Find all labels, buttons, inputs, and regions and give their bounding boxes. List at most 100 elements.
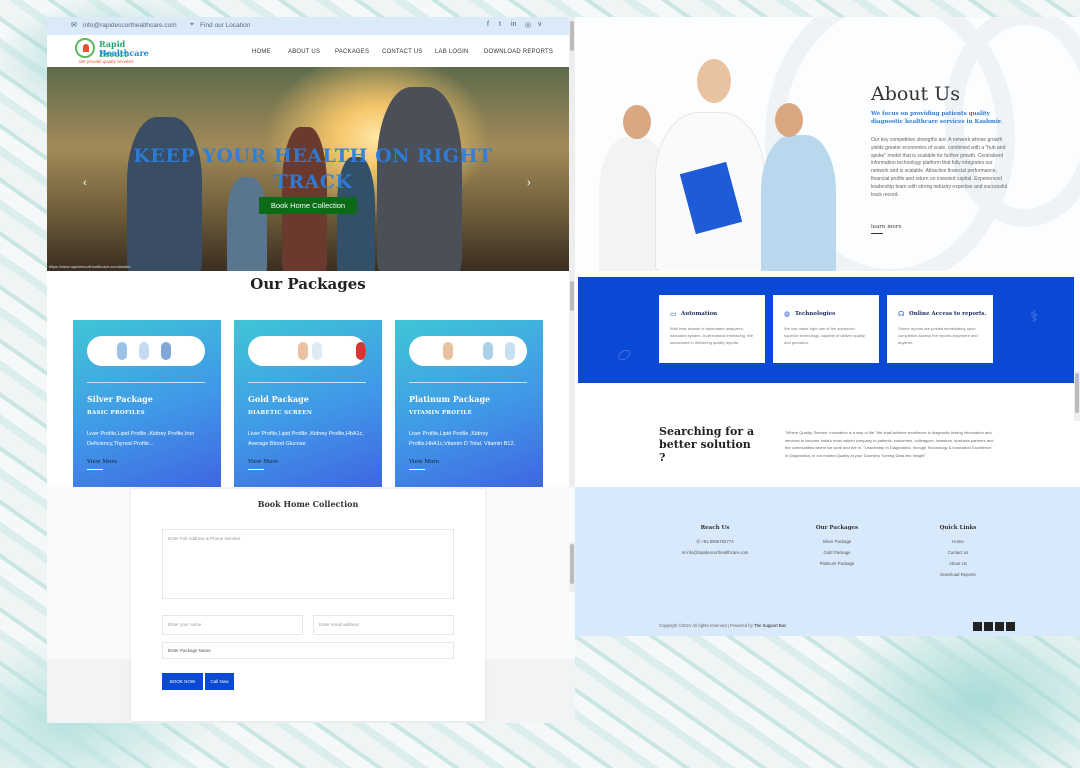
footer-heading: Reach Us bbox=[700, 525, 730, 531]
nav-home[interactable]: HOME bbox=[252, 49, 271, 55]
footer-panel: Reach Us ✆ +91 9906792774 ✉ info@rapides… bbox=[575, 487, 1080, 636]
doctor-head bbox=[623, 105, 651, 139]
package-card-platinum[interactable]: Platinum Package VITAMIN PROFILE Liver P… bbox=[395, 320, 543, 487]
hero-headline: KEEP YOUR HEALTH ON RIGHT TRACK bbox=[133, 145, 493, 193]
topbar-location[interactable]: Find our Location bbox=[200, 22, 250, 29]
facebook-icon[interactable]: f bbox=[487, 21, 489, 28]
nav-lab-login[interactable]: LAB LOGIN bbox=[435, 49, 468, 55]
copyright-text: Copyright ©2021 All rights reserved | Po… bbox=[659, 623, 753, 628]
view-more-link[interactable]: View More bbox=[87, 459, 117, 470]
packages-title: Our Packages bbox=[250, 275, 366, 293]
package-card-silver[interactable]: Silver Package BASIC PROFILES Liver Prof… bbox=[73, 320, 221, 487]
booking-title: Book Home Collection bbox=[257, 499, 359, 509]
vimeo-icon[interactable]: v bbox=[538, 21, 542, 28]
footer-link[interactable]: Platinum Package bbox=[787, 558, 887, 569]
footer-quick-links: Quick Links Home Contact us About Us Dow… bbox=[908, 525, 1008, 580]
headset-icon: ☊ bbox=[898, 311, 905, 318]
status-url: https://www.rapidescorthealthcare.com/#s… bbox=[49, 264, 131, 269]
doctor-head bbox=[697, 59, 731, 103]
package-image bbox=[409, 336, 527, 366]
location-icon: ⌖ bbox=[190, 21, 194, 28]
book-now-button[interactable]: BOOK NOW bbox=[162, 673, 203, 690]
footer-heading: Quick Links bbox=[939, 525, 977, 531]
scrollbar[interactable] bbox=[1074, 371, 1080, 421]
logo-line2: Healthcare bbox=[99, 48, 149, 58]
footer-phone[interactable]: +91 9906792774 bbox=[701, 539, 733, 544]
topbar-email[interactable]: info@rapidescorthealthcare.com bbox=[83, 22, 177, 29]
footer-link[interactable]: Silver Package bbox=[787, 536, 887, 547]
package-image bbox=[248, 336, 366, 366]
feature-technologies: ◍ Technologies We has made right use of … bbox=[773, 295, 879, 363]
call-now-button[interactable]: Call Now bbox=[205, 673, 234, 690]
package-name: Gold Package bbox=[248, 394, 309, 404]
nav-download-reports[interactable]: DOWNLOAD REPORTS bbox=[484, 49, 553, 55]
package-profile: VITAMIN PROFILE bbox=[409, 410, 473, 416]
feature-desc: We has made right use of the advanced su… bbox=[784, 326, 865, 345]
package-name: Silver Package bbox=[87, 394, 153, 404]
about-lead: We focus on providing patients quality d… bbox=[871, 111, 1003, 125]
package-input[interactable]: Enter Package Name bbox=[162, 642, 454, 659]
footer-link[interactable]: Home bbox=[908, 536, 1008, 547]
package-desc: Liver Profile,Lipid Profile ,Kidney Prof… bbox=[248, 431, 364, 447]
feature-title: Online Access to reports. bbox=[909, 311, 987, 317]
hero-panel: ✉ info@rapidescorthealthcare.com ⌖ Find … bbox=[47, 17, 575, 271]
doctor-image bbox=[761, 135, 836, 271]
package-desc: Liver Profile,Lipid Profile ,Kidney Prof… bbox=[409, 431, 516, 447]
footer-link[interactable]: Contact us bbox=[908, 547, 1008, 558]
logo-tagline: We provide quality services bbox=[79, 59, 134, 64]
about-body: Our key competitive strengths are: A net… bbox=[871, 137, 1008, 198]
view-more-link[interactable]: View More bbox=[409, 459, 439, 470]
package-card-gold[interactable]: Gold Package DIABETIC SCREEN Liver Profi… bbox=[234, 320, 382, 487]
mail-icon: ✉ bbox=[71, 22, 77, 29]
packages-panel: Our Packages Silver Package BASIC PROFIL… bbox=[47, 271, 575, 487]
powered-by-link[interactable]: The Support Box bbox=[754, 623, 786, 628]
twitter-icon[interactable]: t bbox=[499, 21, 501, 28]
logo-icon bbox=[75, 38, 95, 58]
footer-link[interactable]: Download Reports bbox=[908, 569, 1008, 580]
about-panel: About Us We focus on providing patients … bbox=[575, 17, 1080, 271]
address-textarea[interactable]: Enter Full Address & Phone Number bbox=[162, 529, 454, 599]
book-home-collection-button[interactable]: Book Home Collection bbox=[259, 197, 357, 214]
features-panel: ⬭ ⚕ ▭ Automation With best brands of aut… bbox=[575, 271, 1080, 487]
footer-link[interactable]: Gold Package bbox=[787, 547, 887, 558]
monitor-icon: ▭ bbox=[670, 311, 677, 318]
feature-desc: Online reports are posted immediately up… bbox=[898, 326, 978, 345]
mission-quote: "Where Quality, Service, Innovation is a… bbox=[785, 430, 994, 458]
package-name: Platinum Package bbox=[409, 394, 491, 404]
footer-packages: Our Packages Silver Package Gold Package… bbox=[787, 525, 887, 569]
pill-icon: ⬭ bbox=[614, 344, 635, 367]
booking-form: Book Home Collection Enter Full Address … bbox=[131, 489, 485, 721]
social-icon[interactable] bbox=[984, 622, 993, 631]
social-icon[interactable] bbox=[995, 622, 1004, 631]
search-question: Searching for a better solution ? bbox=[659, 425, 755, 464]
top-bar: ✉ info@rapidescorthealthcare.com ⌖ Find … bbox=[47, 17, 575, 35]
feature-desc: With best brands of automated analyzers,… bbox=[670, 326, 754, 345]
doctor-head bbox=[775, 103, 803, 137]
instagram-icon[interactable]: ◎ bbox=[525, 21, 531, 29]
package-profile: DIABETIC SCREEN bbox=[248, 410, 313, 416]
linkedin-icon[interactable]: in bbox=[511, 21, 516, 28]
footer-link[interactable]: About Us bbox=[908, 558, 1008, 569]
view-more-link[interactable]: View More bbox=[248, 459, 278, 470]
learn-more-link[interactable]: learn more bbox=[871, 224, 902, 234]
footer-email[interactable]: info@rapidescorthealthcare.com bbox=[686, 550, 748, 555]
site-logo[interactable]: Rapid Escort Healthcare We provide quali… bbox=[75, 37, 155, 65]
email-input[interactable]: Enter email address bbox=[313, 615, 454, 635]
feature-title: Automation bbox=[681, 311, 718, 317]
package-profile: BASIC PROFILES bbox=[87, 410, 145, 416]
nav-contact[interactable]: CONTACT US bbox=[382, 49, 422, 55]
stethoscope-icon: ⚕ bbox=[1030, 309, 1039, 326]
nav-about[interactable]: ABOUT US bbox=[288, 49, 320, 55]
prev-arrow-icon[interactable]: ‹ bbox=[83, 177, 87, 189]
globe-icon: ◍ bbox=[784, 311, 791, 318]
booking-panel: Book Home Collection Enter Full Address … bbox=[47, 487, 575, 723]
feature-online-access: ☊ Online Access to reports. Online repor… bbox=[887, 295, 993, 363]
package-image bbox=[87, 336, 205, 366]
social-icon[interactable] bbox=[1006, 622, 1015, 631]
social-icon[interactable] bbox=[973, 622, 982, 631]
copyright: Copyright ©2021 All rights reserved | Po… bbox=[659, 623, 786, 628]
footer-reach-us: Reach Us ✆ +91 9906792774 ✉ info@rapides… bbox=[665, 525, 765, 558]
name-input[interactable]: Enter your name bbox=[162, 615, 303, 635]
next-arrow-icon[interactable]: › bbox=[527, 177, 531, 189]
nav-packages[interactable]: PACKAGES bbox=[335, 49, 369, 55]
